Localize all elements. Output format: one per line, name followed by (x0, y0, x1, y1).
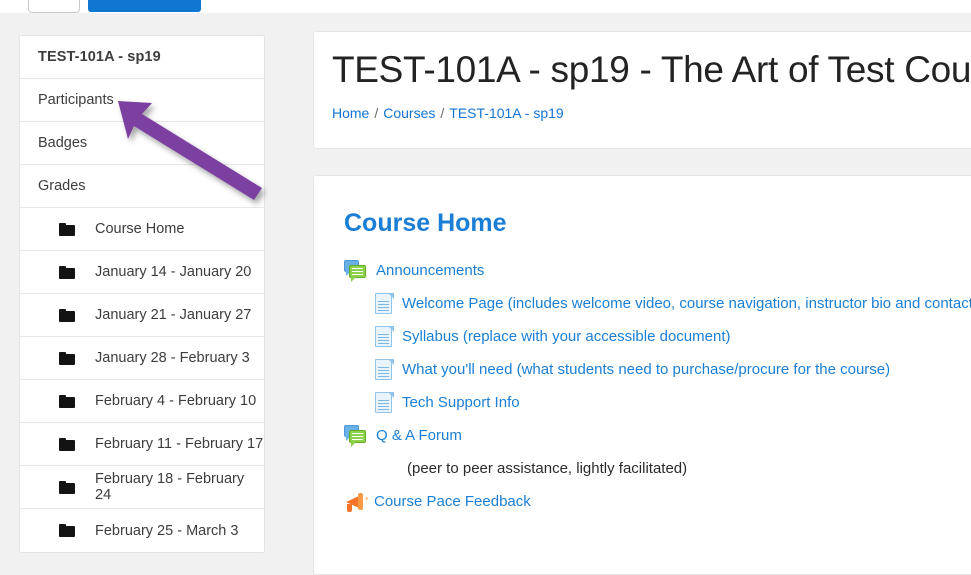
activity-label: Q & A Forum (376, 427, 462, 444)
folder-icon (59, 222, 75, 236)
page-icon (375, 358, 394, 381)
folder-icon (59, 351, 75, 365)
sidebar-header-label: TEST-101A - sp19 (38, 49, 161, 65)
breadcrumb-item-courses[interactable]: Courses (383, 105, 435, 121)
sidebar-item-label: February 11 - February 17 (95, 436, 264, 452)
breadcrumb: Home / Courses / TEST-101A - sp19 (332, 105, 564, 121)
activity-label: Welcome Page (includes welcome video, co… (402, 295, 971, 312)
sidebar-item-label: Grades (38, 178, 86, 194)
sidebar-item-label: January 28 - February 3 (95, 350, 250, 366)
activity-note: (peer to peer assistance, lightly facili… (407, 460, 688, 477)
sidebar-item-week-1[interactable]: January 14 - January 20 (20, 251, 264, 294)
secondary-button[interactable] (28, 0, 80, 13)
primary-button[interactable] (88, 0, 201, 12)
folder-icon (59, 394, 75, 408)
activity-welcome-page[interactable]: Welcome Page (includes welcome video, co… (344, 287, 971, 320)
course-nav-sidebar: TEST-101A - sp19 Participants Badges Gra… (19, 35, 265, 553)
page-icon (375, 391, 394, 414)
activity-announcements[interactable]: Announcements (344, 254, 971, 287)
activity-qa-forum[interactable]: Q & A Forum (344, 419, 971, 452)
folder-icon (59, 524, 75, 537)
sidebar-header: TEST-101A - sp19 (20, 36, 264, 79)
course-content-card: Course Home Announcements Welcome Page (… (313, 175, 971, 575)
activity-course-pace-feedback[interactable]: Course Pace Feedback (344, 485, 971, 518)
breadcrumb-item-home[interactable]: Home (332, 105, 369, 121)
sidebar-item-label: February 18 - February 24 (95, 471, 245, 503)
sidebar-item-label: Participants (38, 92, 114, 108)
sidebar-item-week-4[interactable]: February 4 - February 10 (20, 380, 264, 423)
page-title: TEST-101A - sp19 - The Art of Test Cour (332, 49, 971, 90)
folder-icon (59, 265, 75, 279)
sidebar-item-participants[interactable]: Participants (20, 79, 264, 122)
course-header-card: TEST-101A - sp19 - The Art of Test Cour … (313, 31, 971, 149)
sidebar-item-badges[interactable]: Badges (20, 122, 264, 165)
sidebar-item-week-7[interactable]: February 25 - March 3 (20, 509, 264, 552)
sidebar-item-week-5[interactable]: February 11 - February 17 (20, 423, 264, 466)
forum-icon (344, 259, 368, 282)
megaphone-icon (344, 492, 368, 512)
sidebar-item-week-6[interactable]: February 18 - February 24 (20, 466, 264, 509)
breadcrumb-separator: / (374, 105, 379, 121)
screenshot-root: TEST-101A - sp19 Participants Badges Gra… (0, 0, 971, 575)
activity-what-youll-need[interactable]: What you'll need (what students need to … (344, 353, 971, 386)
sidebar-item-label: February 4 - February 10 (95, 393, 257, 409)
activity-tech-support-info[interactable]: Tech Support Info (344, 386, 971, 419)
activity-syllabus[interactable]: Syllabus (replace with your accessible d… (344, 320, 971, 353)
top-toolbar (0, 0, 971, 13)
section-title: Course Home (344, 209, 507, 237)
sidebar-item-week-3[interactable]: January 28 - February 3 (20, 337, 264, 380)
folder-icon (59, 480, 75, 494)
sidebar-item-label: January 21 - January 27 (95, 307, 252, 323)
breadcrumb-separator: / (440, 105, 445, 121)
forum-icon (344, 424, 368, 447)
activity-label: Course Pace Feedback (374, 493, 531, 510)
page-icon (375, 325, 394, 348)
activity-label: Tech Support Info (402, 394, 520, 411)
sidebar-item-grades[interactable]: Grades (20, 165, 264, 208)
folder-icon (59, 437, 75, 451)
sidebar-item-label: Badges (38, 135, 88, 151)
sidebar-item-course-home[interactable]: Course Home (20, 208, 264, 251)
activity-label: What you'll need (what students need to … (402, 361, 891, 378)
sidebar-item-label: Course Home (95, 221, 185, 237)
activity-label: Syllabus (replace with your accessible d… (402, 328, 731, 345)
activity-label: Announcements (376, 262, 485, 279)
sidebar-item-label: February 25 - March 3 (95, 522, 239, 539)
page-icon (375, 292, 394, 315)
activity-list: Announcements Welcome Page (includes wel… (344, 254, 971, 518)
breadcrumb-item-course[interactable]: TEST-101A - sp19 (449, 105, 563, 121)
sidebar-item-week-2[interactable]: January 21 - January 27 (20, 294, 264, 337)
folder-icon (59, 308, 75, 322)
sidebar-item-label: January 14 - January 20 (95, 264, 252, 280)
